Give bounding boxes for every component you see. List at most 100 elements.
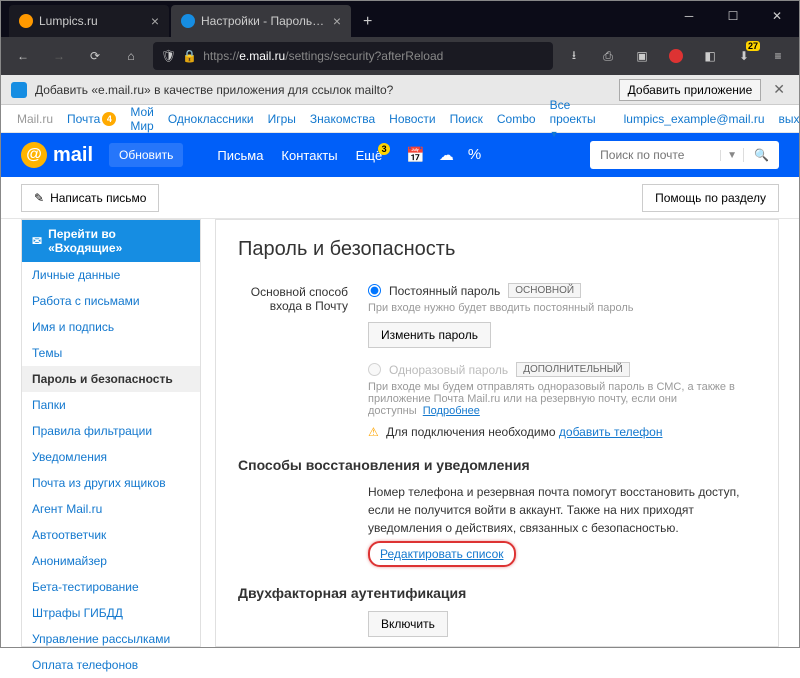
url-path: /settings/security?afterReload: [285, 49, 443, 63]
mail-count-badge: 4: [102, 112, 116, 126]
logo-text: mail: [53, 144, 93, 167]
sidebar-item-2[interactable]: Имя и подпись: [22, 314, 200, 340]
sidebar-item-14[interactable]: Управление рассылками: [22, 626, 200, 652]
nav-ok[interactable]: Одноклассники: [168, 112, 254, 126]
search-dropdown[interactable]: ▼: [720, 150, 743, 161]
url-bar[interactable]: 🛡 🔒 https://e.mail.ru/settings/security?…: [153, 42, 553, 70]
new-tab-button[interactable]: +: [353, 5, 382, 37]
radio-permanent-password[interactable]: [368, 284, 381, 297]
nav-dating[interactable]: Знакомства: [310, 112, 375, 126]
savefrom-icon[interactable]: ⬇27: [731, 43, 757, 69]
nav-user[interactable]: lumpics_example@mail.ru: [624, 112, 765, 126]
minimize-button[interactable]: ─: [667, 1, 711, 31]
sidebar-item-4[interactable]: Пароль и безопасность: [22, 366, 200, 392]
tab-title: Настройки - Пароль и безопа…: [201, 14, 327, 28]
change-password-button[interactable]: Изменить пароль: [368, 322, 491, 348]
sidebar-inbox-link[interactable]: ✉ Перейти во «Входящие»: [22, 220, 200, 262]
sidebar-item-3[interactable]: Темы: [22, 340, 200, 366]
more-link[interactable]: Подробнее: [423, 405, 480, 417]
adblock-icon[interactable]: [663, 43, 689, 69]
pocket-icon[interactable]: ▣: [629, 43, 655, 69]
download-icon[interactable]: ⭳: [561, 43, 587, 69]
sidebar-item-13[interactable]: Штрафы ГИБДД: [22, 600, 200, 626]
radio-onetime-password: [368, 363, 381, 376]
nav-mail[interactable]: Почта: [67, 112, 100, 126]
compose-button[interactable]: ✎ Написать письмо: [21, 184, 159, 212]
sidebar-item-11[interactable]: Анонимайзер: [22, 548, 200, 574]
nav-news[interactable]: Новости: [389, 112, 435, 126]
url-host: e.mail.ru: [239, 49, 285, 63]
enable-2fa-button[interactable]: Включить: [368, 611, 448, 637]
notif-text: Добавить «e.mail.ru» в качестве приложен…: [35, 83, 393, 97]
menu-icon[interactable]: ≡: [765, 43, 791, 69]
sidebar-item-15[interactable]: Оплата телефонов: [22, 652, 200, 678]
add-phone-link[interactable]: добавить телефон: [559, 425, 663, 439]
tab-favicon: [181, 14, 195, 28]
search-input[interactable]: [590, 148, 720, 162]
home-button[interactable]: ⌂: [117, 42, 145, 70]
nav-search[interactable]: Поиск: [450, 112, 483, 126]
sidebar-item-5[interactable]: Папки: [22, 392, 200, 418]
more-badge: 3: [378, 143, 390, 155]
extension-icon[interactable]: ◧: [697, 43, 723, 69]
logo[interactable]: @ mail: [21, 142, 93, 168]
refresh-button[interactable]: Обновить: [109, 143, 183, 167]
search-box: ▼ 🔍: [590, 141, 779, 169]
badge-primary: ОСНОВНОЙ: [508, 283, 581, 298]
nav-combo[interactable]: Combo: [497, 112, 536, 126]
settings-sidebar: ✉ Перейти во «Входящие» Личные данныеРаб…: [21, 219, 201, 647]
forward-button: →: [45, 42, 73, 70]
badge-additional: ДОПОЛНИТЕЛЬНЫЙ: [516, 362, 630, 377]
browser-tab-settings[interactable]: Настройки - Пароль и безопа… ×: [171, 5, 351, 37]
login-method-label: Основной способ входа в Почту: [238, 283, 348, 439]
lock-icon: 🔒: [182, 49, 197, 63]
recovery-desc: Номер телефона и резервная почта помогут…: [368, 483, 756, 567]
edit-list-link[interactable]: Редактировать список: [368, 541, 516, 567]
opt-onetime-label: Одноразовый пароль: [389, 363, 508, 377]
nav-contacts[interactable]: Контакты: [281, 148, 337, 163]
app-icon: [11, 82, 27, 98]
opt2-hint: При входе мы будем отправлять одноразовы…: [368, 381, 756, 417]
opt1-hint: При входе нужно будет вводить постоянный…: [368, 302, 756, 314]
page-title: Пароль и безопасность: [238, 238, 756, 261]
sidebar-item-12[interactable]: Бета-тестирование: [22, 574, 200, 600]
sidebar-item-1[interactable]: Работа с письмами: [22, 288, 200, 314]
add-app-button[interactable]: Добавить приложение: [619, 79, 762, 101]
sidebar-item-7[interactable]: Уведомления: [22, 444, 200, 470]
sidebar-item-6[interactable]: Правила фильтрации: [22, 418, 200, 444]
close-notification-button[interactable]: ✕: [769, 81, 789, 98]
cloud-icon[interactable]: ☁: [439, 146, 454, 164]
recovery-title: Способы восстановления и уведомления: [238, 457, 756, 473]
warning-icon: ⚠: [368, 425, 379, 439]
reload-button[interactable]: ⟳: [81, 42, 109, 70]
back-button[interactable]: ←: [9, 42, 37, 70]
search-button[interactable]: 🔍: [743, 148, 779, 162]
help-button[interactable]: Помощь по разделу: [642, 184, 779, 212]
opt-permanent-label: Постоянный пароль: [389, 284, 500, 298]
tab-title: Lumpics.ru: [39, 14, 145, 28]
nav-exit[interactable]: выход: [779, 112, 800, 126]
url-protocol: https://: [203, 49, 239, 63]
tab-favicon: [19, 14, 33, 28]
nav-all[interactable]: Все проекты ▼: [550, 98, 596, 140]
close-icon[interactable]: ×: [333, 13, 341, 29]
calendar-icon[interactable]: 📅: [406, 146, 425, 164]
bonus-icon[interactable]: %: [468, 146, 481, 164]
maximize-button[interactable]: ☐: [711, 1, 755, 31]
sidebar-item-0[interactable]: Личные данные: [22, 262, 200, 288]
nav-games[interactable]: Игры: [268, 112, 296, 126]
sidebar-item-10[interactable]: Автоответчик: [22, 522, 200, 548]
close-window-button[interactable]: ✕: [755, 1, 799, 31]
nav-mailru[interactable]: Mail.ru: [17, 112, 53, 126]
envelope-icon: ✉: [32, 234, 42, 248]
browser-tab-lumpics[interactable]: Lumpics.ru ×: [9, 5, 169, 37]
sidebar-item-8[interactable]: Почта из других ящиков: [22, 470, 200, 496]
twofa-title: Двухфакторная аутентификация: [238, 585, 756, 601]
nav-mymir[interactable]: Мой Мир: [130, 105, 154, 133]
phone-warn-text: Для подключения необходимо: [386, 425, 555, 439]
sidebar-item-9[interactable]: Агент Mail.ru: [22, 496, 200, 522]
close-icon[interactable]: ×: [151, 13, 159, 29]
nav-more[interactable]: Ещё3: [356, 148, 383, 163]
library-icon[interactable]: ⎙: [595, 43, 621, 69]
nav-letters[interactable]: Письма: [217, 148, 263, 163]
